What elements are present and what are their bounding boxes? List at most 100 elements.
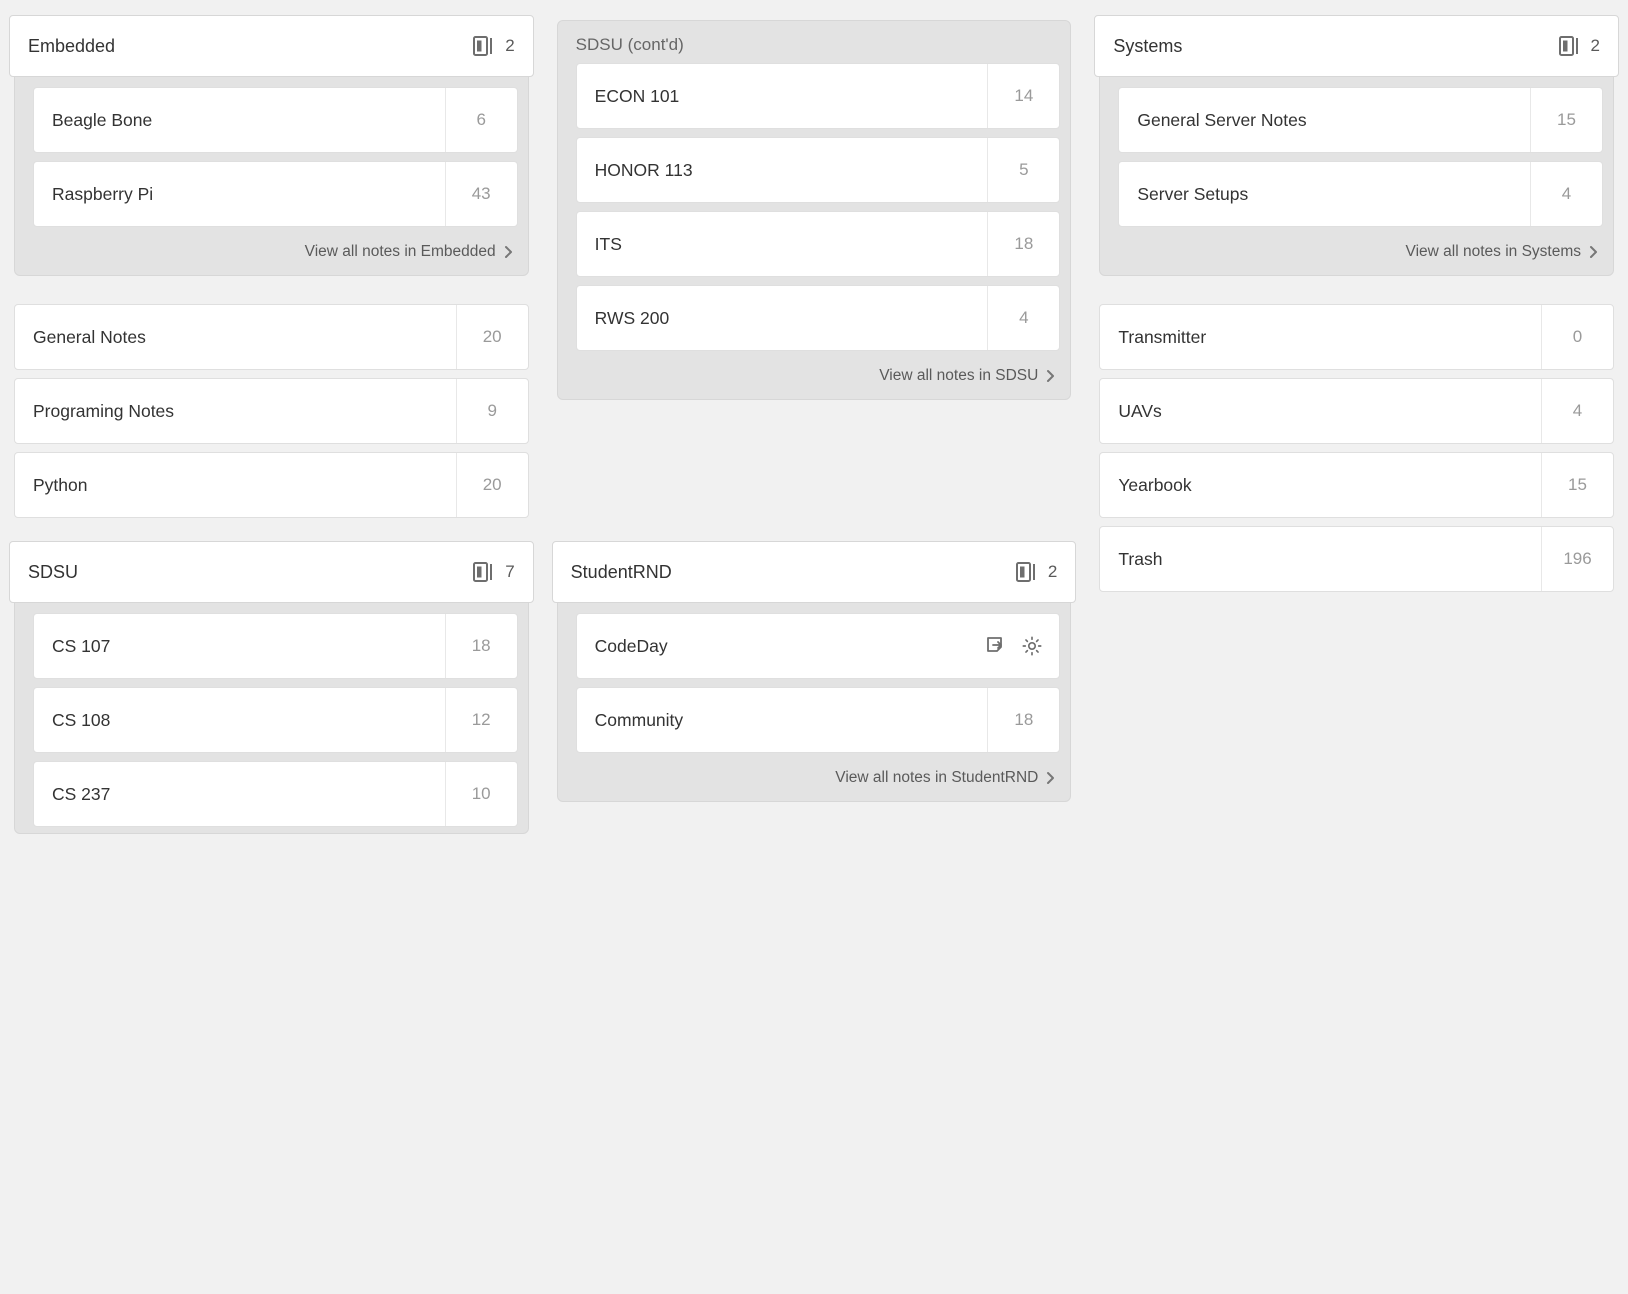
column: Embedded2 Beagle Bone6 Raspberry Pi43 View … <box>14 20 529 834</box>
stack-title: Embedded <box>28 36 473 57</box>
notebook-row[interactable]: Yearbook15 <box>1099 452 1614 518</box>
notebook-name: Transmitter <box>1100 305 1541 369</box>
notebook-name: ITS <box>577 212 988 276</box>
notebook-count: 6 <box>445 88 517 152</box>
stack-footer: View all notes in StudentRND <box>558 759 1071 801</box>
notebook-count: 15 <box>1541 453 1613 517</box>
stack-header[interactable]: Systems 2 <box>1094 15 1619 77</box>
stack-body: CodeDay Community18 <box>558 613 1071 759</box>
column: Systems2General Server Notes15Server Set… <box>1099 20 1614 592</box>
column: SDSU (cont'd)ECON 10114HONOR 1135ITS18RW… <box>557 20 1072 802</box>
notebook-row[interactable]: Python20 <box>14 452 529 518</box>
notebook-flat-group: Transmitter0UAVs4Yearbook15Trash196 <box>1099 304 1614 592</box>
stack-footer: View all notes in Embedded <box>15 233 528 275</box>
notebook-row[interactable]: Community18 <box>576 687 1061 753</box>
stack-header: SDSU (cont'd) <box>558 21 1071 63</box>
notebook-count: 14 <box>987 64 1059 128</box>
stack-title: SDSU (cont'd) <box>576 35 684 55</box>
notebook-count: 12 <box>445 688 517 752</box>
notebook-count: 15 <box>1530 88 1602 152</box>
notebook-row[interactable]: RWS 2004 <box>576 285 1061 351</box>
notebook-name: CS 108 <box>34 688 445 752</box>
notebook-count: 18 <box>445 614 517 678</box>
notebook-row[interactable]: CS 23710 <box>33 761 518 827</box>
stack-count-wrap: 2 <box>1559 36 1600 56</box>
notebook-row[interactable]: Raspberry Pi43 <box>33 161 518 227</box>
stack-count-wrap: 2 <box>1016 562 1057 582</box>
view-all-label: View all notes in StudentRND <box>835 769 1038 787</box>
notebook-count: 18 <box>987 688 1059 752</box>
notebook-name: Community <box>577 688 988 752</box>
stack-header[interactable]: Embedded2 <box>9 15 534 77</box>
notebook-flat-group: General Notes20Programing Notes9Python20 <box>14 304 529 518</box>
notebook-row[interactable]: UAVs4 <box>1099 378 1614 444</box>
notebook-count: 196 <box>1541 527 1613 591</box>
notebook-name: RWS 200 <box>577 286 988 350</box>
chevron-right-icon <box>1046 771 1056 785</box>
notebook-count: 4 <box>987 286 1059 350</box>
notebook-row[interactable]: Server Setups4 <box>1118 161 1603 227</box>
stack-title: SDSU <box>28 562 473 583</box>
stack-count: 2 <box>1048 562 1057 582</box>
view-all-link[interactable]: View all notes in StudentRND <box>835 769 1056 787</box>
notebook-name: Programing Notes <box>15 379 456 443</box>
stack-count-wrap: 2 <box>473 36 514 56</box>
notebook-stack: SDSU7CS 10718CS 10812CS 23710 <box>14 546 529 834</box>
stack-body: CS 10718CS 10812CS 23710 <box>15 613 528 833</box>
notebook-count: 9 <box>456 379 528 443</box>
notebook-stack-continued: SDSU (cont'd) ECON 10114 HONOR 1135 ITS18 RW… <box>557 20 1072 400</box>
notebook-name: Beagle Bone <box>34 88 445 152</box>
stack-count: 2 <box>1591 36 1600 56</box>
view-all-link[interactable]: View all notes in Systems <box>1406 243 1599 261</box>
stack-header[interactable]: StudentRND2 <box>552 541 1077 603</box>
notebook-row[interactable]: General Server Notes15 <box>1118 87 1603 153</box>
notebook-row[interactable]: Programing Notes9 <box>14 378 529 444</box>
share-icon[interactable] <box>985 635 1007 657</box>
gear-icon[interactable] <box>1021 635 1043 657</box>
notebook-row[interactable]: Trash196 <box>1099 526 1614 592</box>
notebook-name: Trash <box>1100 527 1541 591</box>
notebook-actions <box>969 614 1059 678</box>
notebook-stack: Embedded2 Beagle Bone6 Raspberry Pi43 View … <box>14 20 529 276</box>
notebook-count: 10 <box>445 762 517 826</box>
notebook-count: 4 <box>1541 379 1613 443</box>
notebook-row[interactable]: Beagle Bone6 <box>33 87 518 153</box>
chevron-right-icon <box>1046 369 1056 383</box>
stack-count: 7 <box>505 562 514 582</box>
notebook-count: 0 <box>1541 305 1613 369</box>
notebook-row[interactable]: ITS18 <box>576 211 1061 277</box>
view-all-label: View all notes in Embedded <box>305 243 496 261</box>
stack-body: Beagle Bone6 Raspberry Pi43 <box>15 87 528 233</box>
view-all-label: View all notes in SDSU <box>879 367 1038 385</box>
notebook-stack-icon <box>473 562 495 582</box>
notebook-name: General Server Notes <box>1119 88 1530 152</box>
notebook-row[interactable]: CodeDay <box>576 613 1061 679</box>
notebook-count: 5 <box>987 138 1059 202</box>
notebook-row[interactable]: General Notes20 <box>14 304 529 370</box>
notebook-count: 43 <box>445 162 517 226</box>
spacer <box>557 428 1072 518</box>
notebook-stack: Systems2General Server Notes15Server Set… <box>1099 20 1614 276</box>
stack-title: Systems <box>1113 36 1558 57</box>
view-all-link[interactable]: View all notes in SDSU <box>879 367 1056 385</box>
notebook-row[interactable]: CS 10718 <box>33 613 518 679</box>
notebook-name: UAVs <box>1100 379 1541 443</box>
notebook-row[interactable]: HONOR 1135 <box>576 137 1061 203</box>
chevron-right-icon <box>1589 245 1599 259</box>
notebook-row[interactable]: ECON 10114 <box>576 63 1061 129</box>
notebook-stack-icon <box>1559 36 1581 56</box>
notebook-name: Python <box>15 453 456 517</box>
stack-body: ECON 10114 HONOR 1135 ITS18 RWS 2004 <box>558 63 1071 357</box>
notebook-name: CodeDay <box>577 614 970 678</box>
notebook-row[interactable]: CS 10812 <box>33 687 518 753</box>
stack-header[interactable]: SDSU 7 <box>9 541 534 603</box>
stack-footer: View all notes in Systems <box>1100 233 1613 275</box>
notebook-name: Server Setups <box>1119 162 1530 226</box>
notebook-columns: Embedded2Beagle Bone6Raspberry Pi43View … <box>14 20 1614 834</box>
stack-body: General Server Notes15 Server Setups4 <box>1100 87 1613 233</box>
notebook-name: CS 237 <box>34 762 445 826</box>
notebook-row[interactable]: Transmitter0 <box>1099 304 1614 370</box>
view-all-link[interactable]: View all notes in Embedded <box>305 243 514 261</box>
notebook-count: 20 <box>456 305 528 369</box>
notebook-name: General Notes <box>15 305 456 369</box>
